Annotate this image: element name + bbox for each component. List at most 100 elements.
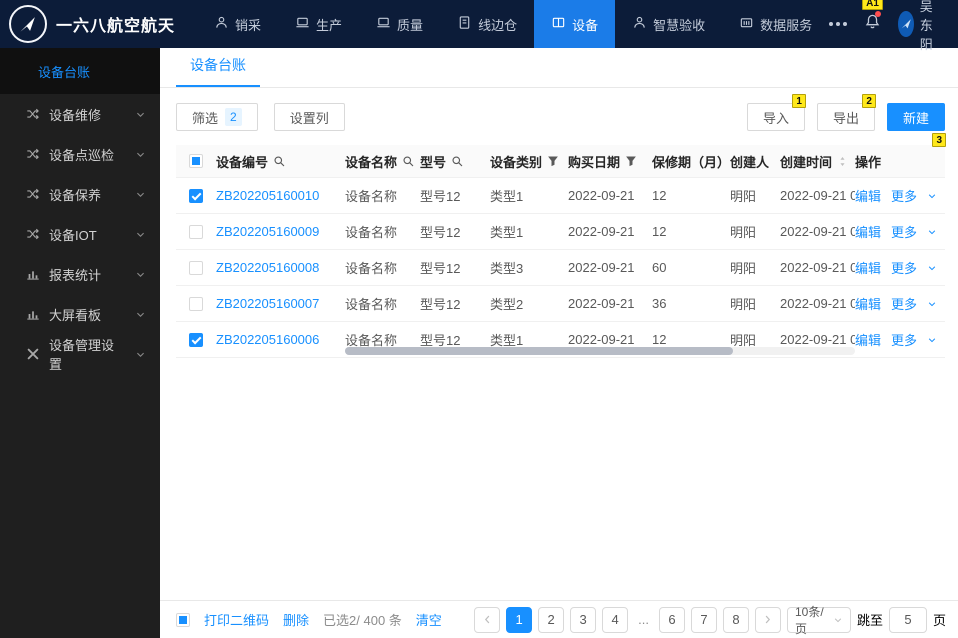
filter-funnel-icon[interactable] (547, 155, 559, 167)
nav-item-smart-acceptance[interactable]: 智慧验收 (615, 0, 722, 48)
equipment-code-link[interactable]: ZB202205160010 (216, 188, 319, 203)
page-button-4[interactable]: 4 (602, 606, 629, 633)
nav-item-quality[interactable]: 质量 (359, 0, 440, 48)
selected-count-text: 已选2/ 400 条 (323, 613, 402, 628)
delete-button[interactable]: 删除 (283, 610, 309, 629)
more-link[interactable]: 更多 (891, 330, 917, 349)
pagination: 1 2 3 4 ... 6 7 8 10条/页 跳至 页 (474, 605, 946, 636)
user-icon (214, 15, 229, 33)
tools-icon (26, 347, 40, 361)
shuffle-icon (26, 187, 40, 201)
shuffle-icon (26, 227, 40, 241)
export-button[interactable]: 导出 2 (816, 94, 876, 131)
page-button-7[interactable]: 7 (690, 606, 717, 633)
sidebar-item-equipment-settings[interactable]: 设备管理设置 (0, 334, 160, 374)
table-row: ZB202205160008 设备名称 型号12 类型3 2022-09-21 … (176, 250, 945, 286)
chevron-down-icon[interactable] (927, 227, 937, 237)
nav-item-lineside-warehouse[interactable]: 线边仓 (440, 0, 534, 48)
row-checkbox[interactable] (189, 224, 203, 239)
edit-link[interactable]: 编辑 (855, 258, 881, 277)
sidebar-item-dashboard-screen[interactable]: 大屏看板 (0, 294, 160, 334)
more-link[interactable]: 更多 (891, 222, 917, 241)
user-icon (632, 15, 647, 33)
chevron-down-icon[interactable] (927, 335, 937, 345)
page-button-1[interactable]: 1 (506, 606, 533, 633)
page-button-3[interactable]: 3 (570, 606, 597, 633)
tab-equipment-ledger[interactable]: 设备台账 (176, 55, 260, 87)
search-icon[interactable] (402, 155, 415, 168)
footer-bar: 打印二维码 删除 已选2/ 400 条 清空 1 2 3 4 ... 6 7 8… (160, 600, 958, 638)
sort-icon[interactable] (837, 155, 848, 168)
edit-link[interactable]: 编辑 (855, 294, 881, 313)
page-button-2[interactable]: 2 (538, 606, 565, 633)
chevron-down-icon (135, 269, 146, 280)
equipment-code-link[interactable]: ZB202205160009 (216, 224, 319, 239)
next-page-button[interactable] (754, 606, 781, 633)
annotation-badge-a1: A1 (862, 0, 883, 10)
sidebar-item-equipment-repair[interactable]: 设备维修 (0, 94, 160, 134)
page-ellipsis[interactable]: ... (634, 607, 653, 633)
page-button-6[interactable]: 6 (658, 606, 685, 633)
page-size-select[interactable]: 10条/页 (786, 605, 851, 636)
create-button[interactable]: 新建 3 (886, 103, 946, 147)
avatar (898, 11, 914, 37)
set-columns-button[interactable]: 设置列 (273, 103, 345, 131)
row-checkbox[interactable] (189, 332, 203, 347)
nav-item-data-service[interactable]: 数据服务 (722, 0, 829, 48)
horizontal-scrollbar-track[interactable] (345, 347, 855, 355)
top-bar: 一六八航空航天 销采 生产 质量 线边仓 设备 智慧验收 数据服务 A1 吴东阳 (0, 0, 958, 52)
clear-selection-button[interactable]: 清空 (416, 610, 442, 629)
user-menu[interactable]: 吴东阳 (898, 0, 943, 53)
equipment-code-link[interactable]: ZB202205160006 (216, 332, 319, 347)
more-menu-icon[interactable] (829, 22, 848, 26)
more-link[interactable]: 更多 (891, 294, 917, 313)
edit-link[interactable]: 编辑 (855, 222, 881, 241)
sidebar-item-equipment-iot[interactable]: 设备IOT (0, 214, 160, 254)
laptop-icon (376, 15, 391, 33)
equipment-table: 设备编号 设备名称 型号 设备类别 购买日期 保修期（月） 创建人 创建时间 操… (176, 145, 945, 358)
filter-funnel-icon[interactable] (625, 155, 637, 167)
select-all-checkbox[interactable] (189, 154, 203, 168)
table-row: ZB202205160009 设备名称 型号12 类型1 2022-09-21 … (176, 214, 945, 250)
sidebar-item-equipment-inspection[interactable]: 设备点巡检 (0, 134, 160, 174)
equipment-code-link[interactable]: ZB202205160008 (216, 260, 319, 275)
sidebar-item-equipment-maintenance[interactable]: 设备保养 (0, 174, 160, 214)
notification-bell[interactable]: A1 (862, 0, 883, 35)
app-logo (9, 5, 47, 43)
chevron-down-icon[interactable] (927, 263, 937, 273)
nav-item-production[interactable]: 生产 (278, 0, 359, 48)
search-icon[interactable] (273, 155, 286, 168)
edit-link[interactable]: 编辑 (855, 186, 881, 205)
row-checkbox[interactable] (189, 188, 203, 203)
row-checkbox[interactable] (189, 296, 203, 311)
main-content: 设备台账 筛选 2 设置列 导入 1 导出 2 新建 3 设备编号 设备名称 型… (160, 48, 958, 638)
sidebar-item-report-statistics[interactable]: 报表统计 (0, 254, 160, 294)
more-link[interactable]: 更多 (891, 186, 917, 205)
jump-page-input[interactable] (888, 606, 927, 633)
prev-page-button[interactable] (474, 606, 501, 633)
import-button[interactable]: 导入 1 (746, 94, 806, 131)
footer-select-checkbox[interactable] (176, 612, 190, 627)
nav-item-equipment[interactable]: 设备 (534, 0, 616, 48)
chevron-down-icon[interactable] (927, 191, 937, 201)
sidebar: 设备台账 设备维修 设备点巡检 设备保养 设备IOT 报表统计 大屏看板 设备管… (0, 48, 160, 638)
shuffle-icon (26, 147, 40, 161)
horizontal-scrollbar-thumb[interactable] (345, 347, 733, 355)
filter-button[interactable]: 筛选 2 (176, 103, 258, 131)
sidebar-item-equipment-ledger[interactable]: 设备台账 (0, 48, 160, 94)
equipment-code-link[interactable]: ZB202205160007 (216, 296, 319, 311)
search-icon[interactable] (451, 155, 464, 168)
edit-link[interactable]: 编辑 (855, 330, 881, 349)
nav-item-sales[interactable]: 销采 (197, 0, 278, 48)
jump-to-label: 跳至 (856, 613, 883, 628)
bank-icon (739, 15, 754, 33)
chevron-down-icon[interactable] (927, 299, 937, 309)
chevron-down-icon (135, 309, 146, 320)
chevron-down-icon (135, 149, 146, 160)
page-button-8[interactable]: 8 (722, 606, 749, 633)
row-checkbox[interactable] (189, 260, 203, 275)
print-qr-button[interactable]: 打印二维码 (204, 610, 269, 629)
document-icon (457, 15, 472, 33)
more-link[interactable]: 更多 (891, 258, 917, 277)
laptop-icon (295, 15, 310, 33)
